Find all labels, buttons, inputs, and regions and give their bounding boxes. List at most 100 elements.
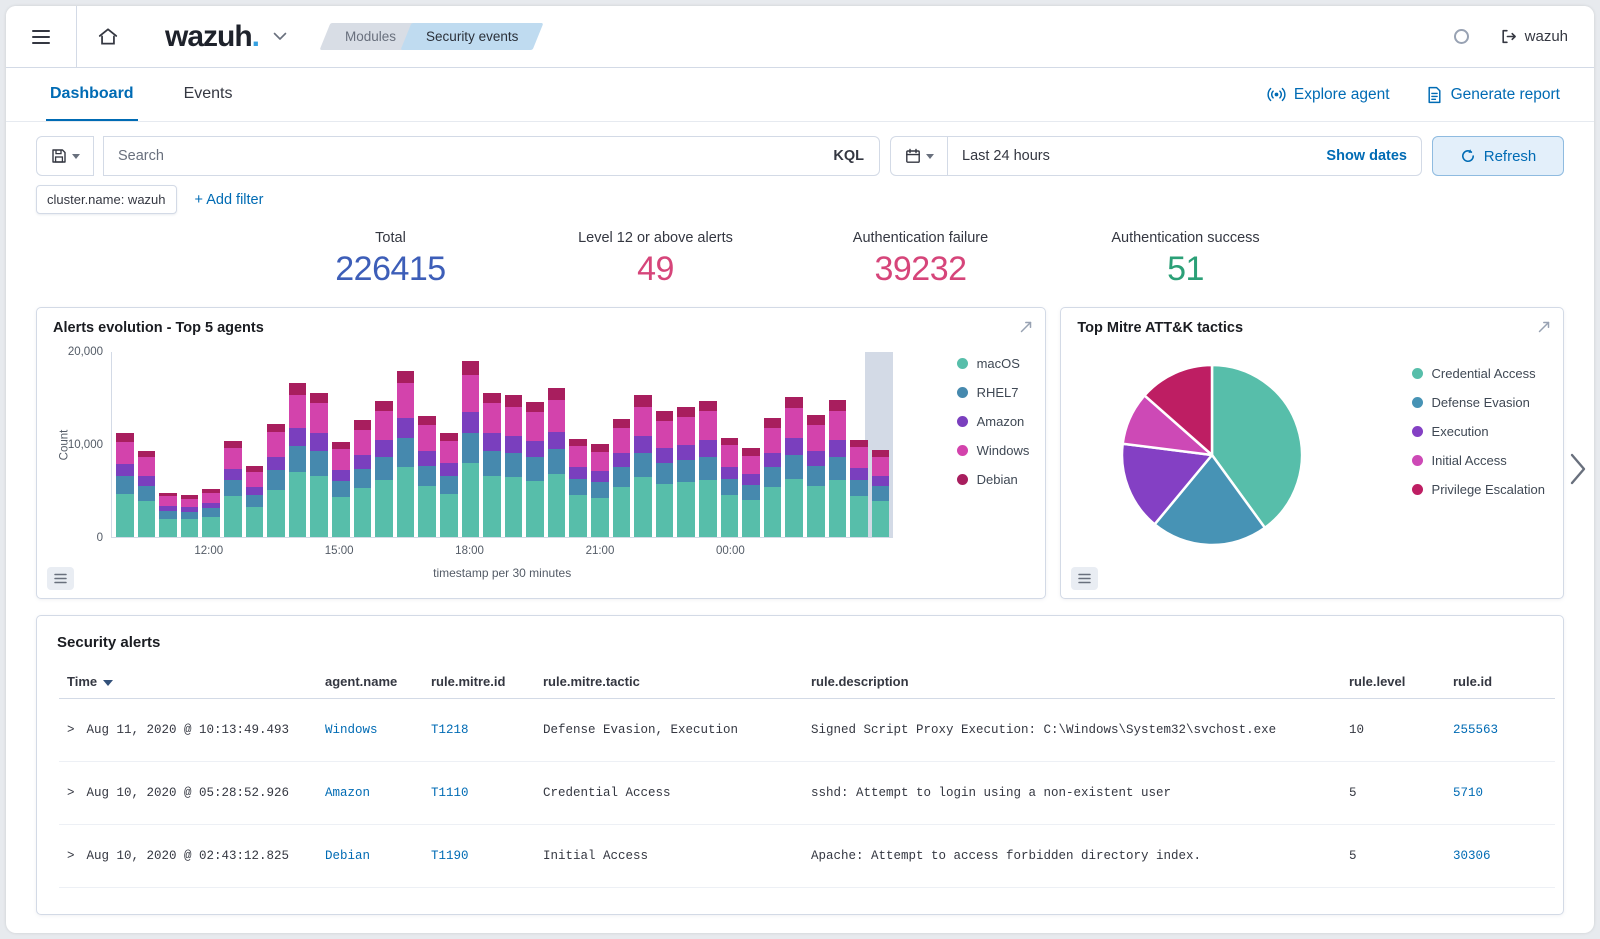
column-header-rule-mitre-id[interactable]: rule.mitre.id (423, 665, 535, 699)
cell-link-mitre_id[interactable]: T1110 (431, 786, 469, 800)
stacked-bar-21[interactable] (569, 352, 587, 537)
stacked-bar-16[interactable] (462, 352, 480, 537)
stacked-bar-5[interactable] (224, 352, 242, 537)
cell-link-agent[interactable]: Windows (325, 723, 378, 737)
refresh-button[interactable]: Refresh (1432, 136, 1564, 176)
cell-link-agent[interactable]: Amazon (325, 786, 370, 800)
stacked-bar-12[interactable] (375, 352, 393, 537)
expand-row-button[interactable]: > (67, 786, 75, 800)
quick-ranges-button[interactable] (890, 136, 948, 176)
cell-link-mitre_id[interactable]: T1218 (431, 723, 469, 737)
legend-item-macos[interactable]: macOS (957, 356, 1030, 371)
bar-segment-debian (418, 416, 436, 425)
stacked-bar-28[interactable] (721, 352, 739, 537)
legend-item-privilege-escalation[interactable]: Privilege Escalation (1412, 482, 1545, 497)
stacked-bar-8[interactable] (289, 352, 307, 537)
cell-link-rule_id[interactable]: 5710 (1453, 786, 1483, 800)
bar-segment-rhel7 (181, 512, 199, 519)
inspect-panel-button[interactable] (47, 567, 74, 590)
stacked-bar-11[interactable] (354, 352, 372, 537)
expand-row-button[interactable]: > (67, 849, 75, 863)
stacked-bar-19[interactable] (526, 352, 544, 537)
stacked-bar-2[interactable] (159, 352, 177, 537)
search-input[interactable] (103, 136, 880, 176)
stacked-bar-18[interactable] (505, 352, 523, 537)
stacked-bar-7[interactable] (267, 352, 285, 537)
time-range-value[interactable]: Last 24 hours (962, 148, 1050, 164)
stacked-bar-15[interactable] (440, 352, 458, 537)
stacked-bar-35[interactable] (872, 352, 890, 537)
wazuh-logo[interactable]: wazuh. (165, 20, 259, 54)
column-header-rule-level[interactable]: rule.level (1341, 665, 1445, 699)
legend-item-windows[interactable]: Windows (957, 443, 1030, 458)
menu-hamburger-button[interactable] (6, 6, 76, 67)
column-header-rule-description[interactable]: rule.description (803, 665, 1341, 699)
stacked-bar-1[interactable] (138, 352, 156, 537)
stacked-bar-26[interactable] (677, 352, 695, 537)
stacked-bar-24[interactable] (634, 352, 652, 537)
cell-description: sshd: Attempt to login using a non-exist… (803, 762, 1341, 825)
legend-item-credential-access[interactable]: Credential Access (1412, 366, 1545, 381)
cell-link-agent[interactable]: Debian (325, 849, 370, 863)
stacked-bar-20[interactable] (548, 352, 566, 537)
stacked-bar-14[interactable] (418, 352, 436, 537)
explore-agent-button[interactable]: Explore agent (1267, 85, 1390, 104)
stacked-bar-13[interactable] (397, 352, 415, 537)
expand-row-button[interactable]: > (67, 723, 75, 737)
stacked-bar-30[interactable] (764, 352, 782, 537)
generate-report-button[interactable]: Generate report (1426, 86, 1560, 104)
app-status-button[interactable] (1448, 23, 1476, 51)
tab-dashboard[interactable]: Dashboard (46, 68, 138, 121)
bar-segment-debian (375, 401, 393, 411)
stacked-bar-0[interactable] (116, 352, 134, 537)
cell-link-rule_id[interactable]: 30306 (1453, 849, 1491, 863)
saved-queries-button[interactable] (36, 136, 94, 176)
stacked-bar-6[interactable] (246, 352, 264, 537)
stacked-bar-4[interactable] (202, 352, 220, 537)
column-header-time[interactable]: Time (59, 665, 317, 699)
stacked-bar-25[interactable] (656, 352, 674, 537)
cell-link-mitre_id[interactable]: T1190 (431, 849, 469, 863)
stacked-bar-27[interactable] (699, 352, 717, 537)
stacked-bar-23[interactable] (613, 352, 631, 537)
user-menu-button[interactable]: wazuh (1500, 28, 1568, 45)
next-panel-button[interactable] (1568, 452, 1588, 489)
stacked-bar-9[interactable] (310, 352, 328, 537)
filter-pill-cluster-name[interactable]: cluster.name: wazuh (36, 185, 177, 214)
breadcrumb-security-events[interactable]: Security events (406, 23, 538, 50)
inspect-panel-button[interactable] (1071, 567, 1098, 590)
legend-item-amazon[interactable]: Amazon (957, 414, 1030, 429)
stacked-bar-33[interactable] (829, 352, 847, 537)
stacked-bar-17[interactable] (483, 352, 501, 537)
stacked-bar-22[interactable] (591, 352, 609, 537)
legend-item-defense-evasion[interactable]: Defense Evasion (1412, 395, 1545, 410)
stacked-bar-32[interactable] (807, 352, 825, 537)
bar-segment-windows (246, 472, 264, 487)
legend-item-debian[interactable]: Debian (957, 472, 1030, 487)
legend-item-execution[interactable]: Execution (1412, 424, 1545, 439)
sort-desc-icon[interactable] (103, 680, 113, 686)
stacked-bar-31[interactable] (785, 352, 803, 537)
stacked-bar-34[interactable] (850, 352, 868, 537)
bar-segment-debian (591, 444, 609, 452)
kql-switch[interactable]: KQL (833, 148, 864, 164)
show-dates-button[interactable]: Show dates (1326, 148, 1407, 164)
cell-link-rule_id[interactable]: 255563 (1453, 723, 1498, 737)
add-filter-button[interactable]: + Add filter (195, 192, 264, 208)
stacked-bar-29[interactable] (742, 352, 760, 537)
home-button[interactable] (77, 6, 139, 67)
cell-mitre_id: T1218 (423, 699, 535, 762)
legend-item-initial-access[interactable]: Initial Access (1412, 453, 1545, 468)
tab-events[interactable]: Events (180, 68, 237, 121)
legend-item-rhel7[interactable]: RHEL7 (957, 385, 1030, 400)
expand-panel-button[interactable] (1019, 320, 1033, 339)
column-header-rule-mitre-tactic[interactable]: rule.mitre.tactic (535, 665, 803, 699)
column-header-rule-id[interactable]: rule.id (1445, 665, 1555, 699)
table-body: >Aug 11, 2020 @ 10:13:49.493WindowsT1218… (59, 699, 1555, 888)
logo-dropdown-button[interactable] (273, 32, 287, 41)
bar-segment-rhel7 (829, 457, 847, 480)
stacked-bar-3[interactable] (181, 352, 199, 537)
stacked-bar-10[interactable] (332, 352, 350, 537)
expand-panel-button[interactable] (1537, 320, 1551, 339)
column-header-agent-name[interactable]: agent.name (317, 665, 423, 699)
